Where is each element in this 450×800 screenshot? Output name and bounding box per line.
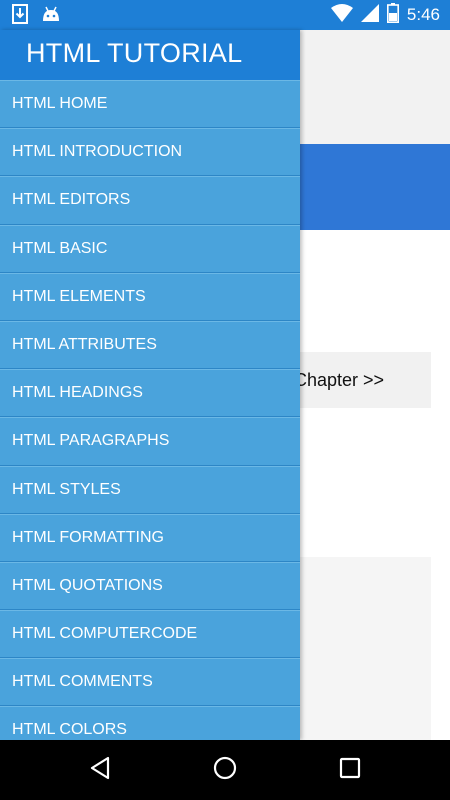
back-button[interactable] [80,750,120,790]
back-icon [88,756,112,785]
system-nav-bar [0,740,450,800]
menu-item-html-introduction[interactable]: HTML INTRODUCTION [0,128,300,177]
menu-item-html-headings[interactable]: HTML HEADINGS [0,369,300,418]
menu-item-html-comments[interactable]: HTML COMMENTS [0,658,300,707]
recents-icon [339,757,361,784]
navigation-drawer[interactable]: HTML TUTORIAL HTML HOME HTML INTRODUCTIO… [0,30,300,740]
menu-item-html-home[interactable]: HTML HOME [0,80,300,129]
drawer-menu: HTML HOME HTML INTRODUCTION HTML EDITORS… [0,80,300,740]
recents-button[interactable] [330,750,370,790]
android-icon [42,6,60,27]
menu-item-html-computercode[interactable]: HTML COMPUTERCODE [0,610,300,659]
example-code-box [280,557,431,740]
menu-item-html-elements[interactable]: HTML ELEMENTS [0,272,300,321]
menu-item-html-basic[interactable]: HTML BASIC [0,224,300,273]
status-bar: 5:46 [0,0,450,30]
battery-icon [386,2,399,28]
home-button[interactable] [205,750,245,790]
menu-item-html-colors[interactable]: HTML COLORS [0,706,300,740]
download-icon [12,4,28,29]
menu-item-html-attributes[interactable]: HTML ATTRIBUTES [0,320,300,370]
home-icon [212,755,238,786]
next-chapter-button[interactable]: t Chapter >> [280,352,431,408]
menu-item-html-paragraphs[interactable]: HTML PARAGRAPHS [0,417,300,466]
menu-item-html-quotations[interactable]: HTML QUOTATIONS [0,561,300,611]
drawer-title: HTML TUTORIAL [0,30,300,80]
menu-item-html-formatting[interactable]: HTML FORMATTING [0,513,300,562]
signal-icon [360,3,379,27]
status-time: 5:46 [406,5,440,24]
wifi-icon [330,3,353,27]
menu-item-html-editors[interactable]: HTML EDITORS [0,176,300,225]
menu-item-html-styles[interactable]: HTML STYLES [0,465,300,514]
